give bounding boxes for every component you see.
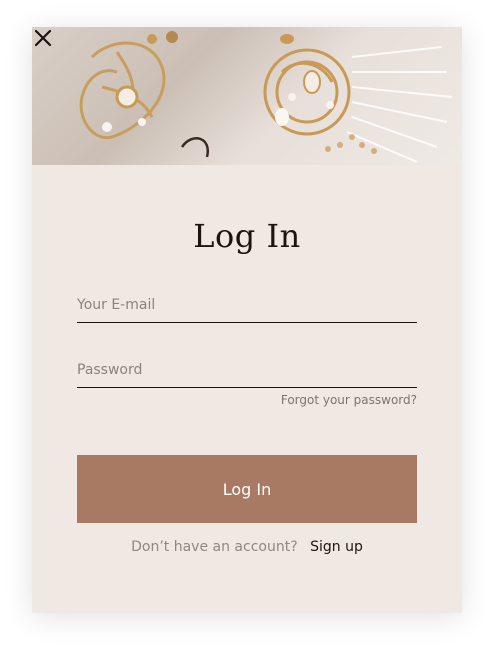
login-button[interactable]: Log In — [77, 455, 417, 523]
password-field[interactable] — [77, 353, 417, 388]
earrings-illustration — [79, 31, 453, 163]
signup-link[interactable]: Sign up — [310, 539, 363, 555]
jewelry-banner-image — [32, 27, 462, 165]
login-modal: Log In Forgot your password? Log In Don’… — [32, 27, 462, 613]
close-icon[interactable] — [32, 27, 54, 49]
email-field[interactable] — [77, 288, 417, 323]
signup-prompt: Don’t have an account? — [131, 539, 298, 555]
forgot-password-link[interactable]: Forgot your password? — [281, 393, 417, 407]
signup-row: Don’t have an account? Sign up — [32, 539, 462, 555]
page-title: Log In — [193, 217, 301, 255]
